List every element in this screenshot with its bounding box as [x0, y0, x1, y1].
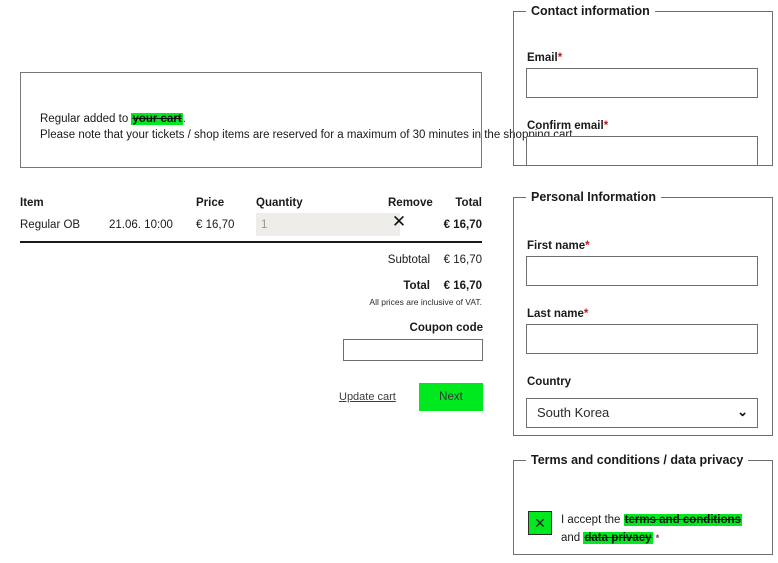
notice-suffix-text: .: [182, 113, 186, 125]
data-privacy-link[interactable]: data privacy: [583, 532, 653, 544]
terms-accept-checkbox[interactable]: ✕: [528, 511, 552, 535]
terms-text-middle: and: [561, 532, 584, 544]
confirm-email-label: Confirm email*: [527, 120, 608, 132]
first-name-label: First name*: [527, 240, 590, 252]
quantity-input[interactable]: [256, 213, 400, 236]
confirm-email-field[interactable]: [526, 136, 758, 166]
cart-notice-box: Regular added to your cart. Please note …: [20, 72, 576, 168]
column-header-quantity: Quantity: [256, 197, 303, 209]
last-name-field[interactable]: [526, 324, 758, 354]
country-select[interactable]: South Korea ⌄: [526, 398, 758, 428]
check-icon: ✕: [534, 515, 546, 531]
last-name-label: Last name*: [527, 308, 588, 320]
cart-notice-line-1: Regular added to your cart.: [40, 111, 471, 127]
coupon-code-label: Coupon code: [409, 322, 483, 334]
subtotal-label: Subtotal: [387, 254, 430, 266]
terms-accept-text: I accept the terms and conditions and da…: [561, 511, 761, 547]
column-header-remove: Remove: [388, 197, 433, 209]
cart-column: Regular added to your cart. Please note …: [0, 0, 576, 563]
vat-note: All prices are inclusive of VAT.: [369, 297, 482, 307]
last-name-required-mark: *: [583, 308, 589, 320]
terms-and-privacy-panel: Terms and conditions / data privacy ✕ I …: [513, 453, 773, 555]
terms-and-conditions-link[interactable]: terms and conditions: [623, 514, 742, 526]
cart-table-header-row: Item Price Quantity Remove Total: [20, 196, 482, 218]
remove-item-icon[interactable]: ✕: [388, 211, 410, 233]
update-cart-link[interactable]: Update cart: [339, 391, 396, 403]
email-required-mark: *: [557, 52, 563, 64]
personal-information-panel: Personal Information First name* Last na…: [513, 190, 773, 436]
terms-and-privacy-legend: Terms and conditions / data privacy: [531, 453, 744, 467]
terms-required-mark: *: [655, 533, 660, 543]
cart-notice-text: Regular added to your cart. Please note …: [40, 111, 576, 143]
contact-information-legend: Contact information: [531, 4, 650, 18]
first-name-field[interactable]: [526, 256, 758, 286]
coupon-code-input[interactable]: [343, 339, 483, 361]
email-label-text: Email: [527, 52, 558, 64]
total-value: € 16,70: [443, 280, 482, 292]
cart-table-divider: [20, 241, 482, 243]
country-selected-value: South Korea: [537, 405, 610, 420]
contact-information-panel: Contact information Email* Confirm email…: [513, 4, 773, 166]
column-header-price: Price: [196, 197, 225, 209]
email-label: Email*: [527, 52, 562, 64]
subtotal-value: € 16,70: [443, 254, 482, 266]
notice-prefix-text: Regular added to: [40, 113, 132, 125]
last-name-label-text: Last name: [527, 308, 584, 320]
personal-information-legend: Personal Information: [531, 190, 657, 204]
cart-table: Item Price Quantity Remove Total Regular…: [20, 196, 482, 244]
cart-item-price: € 16,70: [196, 219, 235, 231]
cart-item-name: Regular OB: [20, 219, 81, 231]
country-label: Country: [527, 376, 572, 388]
confirm-email-required-mark: *: [603, 120, 609, 132]
terms-text-prefix: I accept the: [561, 514, 624, 526]
chevron-down-icon: ⌄: [737, 404, 748, 419]
your-cart-link[interactable]: your cart: [131, 113, 183, 125]
first-name-required-mark: *: [585, 240, 590, 252]
total-label: Total: [403, 280, 430, 292]
email-field[interactable]: [526, 68, 758, 98]
next-button[interactable]: Next: [419, 383, 483, 411]
cart-item-total: € 16,70: [443, 219, 482, 231]
column-header-item: Item: [20, 197, 44, 209]
confirm-email-label-text: Confirm email: [527, 120, 604, 132]
first-name-label-text: First name: [527, 240, 586, 252]
cart-item-date: 21.06. 10:00: [109, 219, 173, 231]
cart-notice-line-2: Please note that your tickets / shop ite…: [40, 129, 576, 141]
column-header-total: Total: [455, 197, 482, 209]
